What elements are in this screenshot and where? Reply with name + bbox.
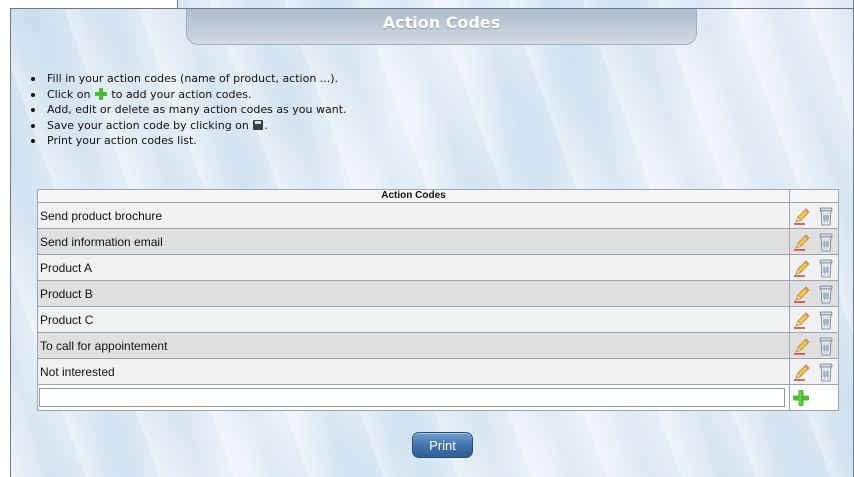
edit-icon[interactable] (793, 207, 811, 225)
table-row: Product C (37, 306, 839, 333)
add-icon[interactable] (793, 389, 809, 406)
column-header-actions (789, 189, 839, 203)
action-code-name: Send information email (37, 228, 790, 255)
instruction-item: Add, edit or delete as many action codes… (30, 102, 347, 118)
action-codes-table: Action Codes Send product brochure Send i… (37, 189, 839, 411)
edit-icon[interactable] (793, 311, 811, 329)
row-actions (789, 332, 839, 359)
new-code-row (37, 384, 839, 411)
trash-icon[interactable] (819, 232, 833, 252)
instruction-item: Save your action code by clicking on . (30, 118, 347, 134)
action-code-name: Send product brochure (37, 202, 790, 229)
trash-icon[interactable] (819, 310, 833, 330)
trash-icon[interactable] (819, 336, 833, 356)
table-row: Send product brochure (37, 202, 839, 229)
edit-icon[interactable] (793, 285, 811, 303)
table-row: Send information email (37, 228, 839, 255)
top-left-tab (10, 0, 178, 9)
row-actions (789, 280, 839, 307)
instruction-item: Click on to add your action codes. (30, 87, 347, 103)
add-cell (789, 384, 839, 411)
edit-icon[interactable] (793, 337, 811, 355)
action-code-name: Product A (37, 254, 790, 281)
instruction-item: Print your action codes list. (30, 133, 347, 149)
trash-icon[interactable] (819, 258, 833, 278)
page-title: Action Codes (382, 13, 501, 32)
action-code-name: Product C (37, 306, 790, 333)
table-row: Product B (37, 280, 839, 307)
new-code-cell (37, 384, 790, 411)
table-row: Not interested (37, 358, 839, 385)
plus-icon (94, 87, 107, 100)
print-button[interactable]: Print (412, 432, 473, 458)
row-actions (789, 358, 839, 385)
trash-icon[interactable] (819, 206, 833, 226)
table-row: To call for appointement (37, 332, 839, 359)
column-header-action-codes: Action Codes (37, 189, 790, 203)
trash-icon[interactable] (819, 284, 833, 304)
action-code-name: To call for appointement (37, 332, 790, 359)
edit-icon[interactable] (793, 233, 811, 251)
edit-icon[interactable] (793, 259, 811, 277)
disk-icon (253, 119, 264, 130)
row-actions (789, 306, 839, 333)
title-bar: Action Codes (186, 9, 697, 45)
action-code-name: Not interested (37, 358, 790, 385)
instructions-list: Fill in your action codes (name of produ… (30, 71, 347, 149)
row-actions (789, 228, 839, 255)
table-row: Product A (37, 254, 839, 281)
trash-icon[interactable] (819, 362, 833, 382)
row-actions (789, 254, 839, 281)
table-header-row: Action Codes (37, 189, 839, 203)
row-actions (789, 202, 839, 229)
new-code-input[interactable] (39, 388, 785, 407)
action-code-name: Product B (37, 280, 790, 307)
edit-icon[interactable] (793, 363, 811, 381)
instruction-item: Fill in your action codes (name of produ… (30, 71, 347, 87)
top-border (178, 8, 854, 9)
